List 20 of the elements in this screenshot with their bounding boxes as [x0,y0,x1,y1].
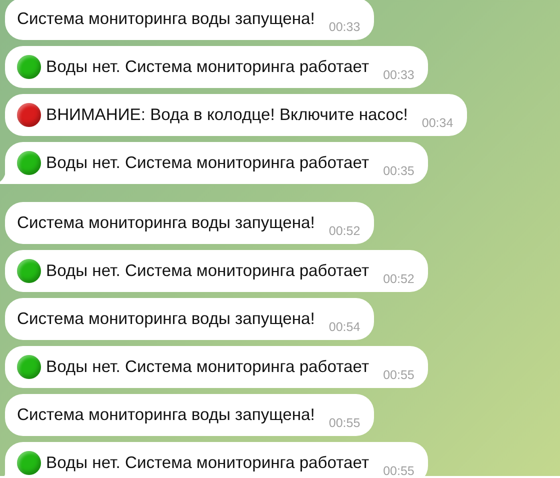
message-text: Воды нет. Система мониторинга работает [46,57,370,77]
message-time: 00:52 [328,224,360,238]
message-text: Система мониторинга воды запущена! [17,9,315,29]
message-text: Система мониторинга воды запущена! [17,309,315,329]
message-text: Система мониторинга воды запущена! [17,405,315,425]
message-time: 00:55 [328,416,360,430]
message-time: 00:34 [422,116,454,130]
message-text: Воды нет. Система мониторинга работает [46,153,370,173]
message-text: ВНИМАНИЕ: Вода в колодце! Включите насос! [46,105,408,125]
message-time: 00:33 [328,20,360,34]
message-time: 00:55 [383,464,414,476]
message-time: 00:33 [383,68,414,82]
message-time: 00:52 [383,272,414,286]
message-text: Воды нет. Система мониторинга работает [46,357,370,377]
message-time: 00:55 [383,368,414,382]
message-time: 00:54 [328,320,360,334]
message-text: Воды нет. Система мониторинга работает [46,261,370,281]
message-text: Воды нет. Система мониторинга работает [46,453,370,473]
message-time: 00:35 [383,164,414,178]
message-text: Система мониторинга воды запущена! [17,213,315,233]
